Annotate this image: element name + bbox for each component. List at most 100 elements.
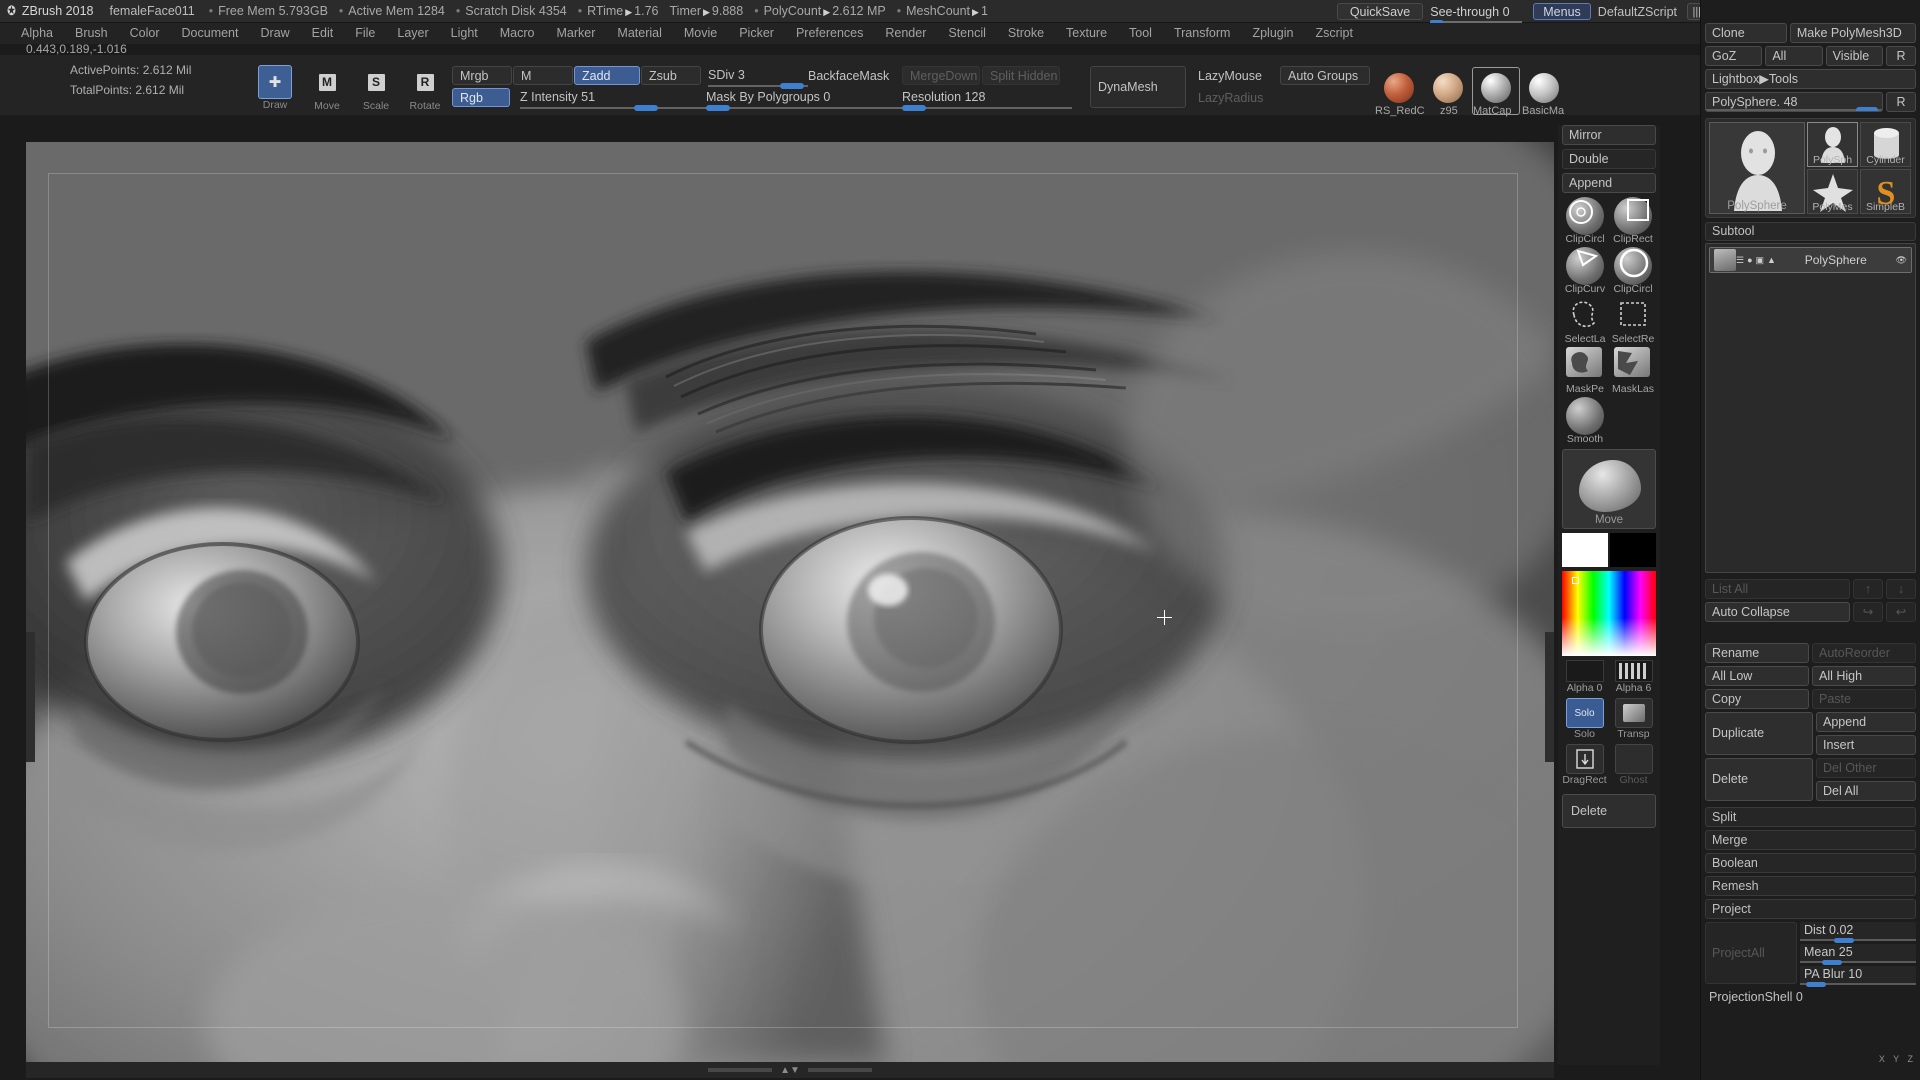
menu-draw[interactable]: Draw — [250, 23, 301, 44]
draw-mode-button[interactable]: ✚ Draw — [258, 65, 292, 111]
subtool-item-polysphere[interactable]: ☰ ● ▣ ▲ PolySphere 👁 — [1709, 247, 1912, 273]
mean-slider[interactable]: Mean 25 — [1800, 944, 1916, 965]
brush-clipcircle-2[interactable]: ClipCircl — [1610, 247, 1656, 295]
brush-clipcurve[interactable]: ClipCurv — [1562, 247, 1608, 295]
delete-button[interactable]: Delete — [1562, 794, 1656, 828]
menu-document[interactable]: Document — [171, 23, 250, 44]
clone-button[interactable]: Clone — [1705, 23, 1787, 43]
del-other-button[interactable]: Del Other — [1816, 758, 1916, 778]
all-button[interactable]: All — [1765, 46, 1823, 66]
all-high-button[interactable]: All High — [1812, 666, 1916, 686]
split-hidden-button[interactable]: Split Hidden — [982, 66, 1060, 85]
menu-movie[interactable]: Movie — [673, 23, 728, 44]
quicksave-button[interactable]: QuickSave — [1336, 3, 1424, 20]
eye-icon[interactable]: 👁 — [1896, 255, 1907, 266]
slider-thumb[interactable] — [1806, 982, 1826, 987]
scrub-handle-left[interactable] — [708, 1068, 773, 1072]
list-all-button[interactable]: List All — [1705, 579, 1850, 599]
tool-cylinder[interactable]: Cylinder — [1860, 122, 1911, 167]
z-intensity-slider[interactable]: Z Intensity 51 — [520, 88, 720, 111]
dot-icon[interactable]: ● — [1747, 255, 1752, 265]
current-tool-slider[interactable]: PolySphere. 48 — [1705, 92, 1883, 112]
append-button[interactable]: Append — [1562, 173, 1656, 193]
brush-smooth[interactable]: Smooth — [1562, 397, 1608, 445]
canvas-left-handle[interactable] — [26, 632, 35, 762]
slider-thumb[interactable] — [706, 105, 730, 111]
color-picker[interactable] — [1562, 571, 1656, 656]
zadd-button[interactable]: Zadd — [574, 66, 640, 85]
brush-selectrect[interactable]: SelectRe — [1610, 297, 1656, 345]
rgb-button[interactable]: Rgb — [452, 88, 510, 107]
brush-cliprect[interactable]: ClipRect — [1610, 197, 1656, 245]
menu-transform[interactable]: Transform — [1163, 23, 1242, 44]
alpha-6-cell[interactable]: Alpha 6 — [1611, 660, 1656, 694]
transp-toggle[interactable]: Transp — [1611, 698, 1656, 740]
menu-color[interactable]: Color — [119, 23, 171, 44]
dynamic-solo-toggle[interactable]: Solo Solo — [1562, 698, 1607, 740]
mrgb-button[interactable]: Mrgb — [452, 66, 512, 85]
slider-thumb[interactable] — [1834, 938, 1854, 943]
all-low-button[interactable]: All Low — [1705, 666, 1809, 686]
auto-reorder-button[interactable]: AutoReorder — [1812, 643, 1916, 663]
mask-by-polygroups-slider[interactable]: Mask By Polygroups 0 — [706, 88, 906, 111]
menu-layer[interactable]: Layer — [386, 23, 439, 44]
menu-zplugin[interactable]: Zplugin — [1241, 23, 1304, 44]
m-button[interactable]: M — [513, 66, 573, 85]
resolution-slider[interactable]: Resolution 128 — [902, 88, 1072, 111]
tool-simplebrush[interactable]: S SimpleB — [1860, 169, 1911, 214]
up-down-arrow-icon[interactable]: ▲▼ — [780, 1065, 800, 1076]
menu-light[interactable]: Light — [440, 23, 489, 44]
double-button[interactable]: Double — [1562, 149, 1656, 169]
append-subtool-button[interactable]: Append — [1816, 712, 1916, 732]
scrub-handle-right[interactable] — [807, 1068, 872, 1072]
menu-macro[interactable]: Macro — [489, 23, 546, 44]
auto-groups-button[interactable]: Auto Groups — [1280, 66, 1370, 85]
brush-selectlasso[interactable]: SelectLa — [1562, 297, 1608, 345]
menu-zscript[interactable]: Zscript — [1304, 23, 1364, 44]
split-section[interactable]: Split — [1705, 807, 1916, 827]
menu-stencil[interactable]: Stencil — [937, 23, 997, 44]
brush-clipcircle-1[interactable]: ClipCircl — [1562, 197, 1608, 245]
list-icon[interactable]: ☰ — [1736, 255, 1744, 266]
subtool-list[interactable]: ☰ ● ▣ ▲ PolySphere 👁 — [1705, 243, 1916, 573]
lazymouse-button[interactable]: LazyMouse — [1190, 66, 1274, 85]
remesh-section[interactable]: Remesh — [1705, 876, 1916, 896]
smooth-icon[interactable]: ▲ — [1767, 255, 1776, 265]
tool-polysphere-large[interactable]: PolySphere — [1709, 122, 1805, 214]
goz-r-button[interactable]: R — [1885, 46, 1916, 66]
sdiv-slider[interactable]: SDiv 3 — [708, 66, 808, 89]
bottom-scrub-bar[interactable]: ▲▼ — [26, 1062, 1554, 1078]
tool-polysphere-small[interactable]: PolySph — [1807, 122, 1858, 167]
zsub-button[interactable]: Zsub — [641, 66, 701, 85]
move-up-icon[interactable]: ↑ — [1853, 579, 1883, 599]
slider-thumb[interactable] — [902, 105, 926, 111]
duplicate-button[interactable]: Duplicate — [1705, 712, 1813, 755]
menu-picker[interactable]: Picker — [728, 23, 785, 44]
current-brush-preview[interactable]: Move — [1562, 449, 1656, 529]
slider-thumb[interactable] — [634, 105, 658, 111]
material-rs-red-icon[interactable] — [1384, 73, 1414, 103]
projection-shell-slider[interactable]: ProjectionShell 0 — [1705, 990, 1916, 1004]
del-all-button[interactable]: Del All — [1816, 781, 1916, 801]
scale-mode-button[interactable]: S Scale — [359, 65, 393, 112]
menu-brush[interactable]: Brush — [64, 23, 119, 44]
primary-color-swatch[interactable] — [1562, 533, 1608, 567]
menus-button[interactable]: Menus — [1533, 3, 1591, 20]
menu-marker[interactable]: Marker — [546, 23, 607, 44]
pa-blur-slider[interactable]: PA Blur 10 — [1800, 966, 1916, 987]
slider-thumb[interactable] — [1822, 960, 1842, 965]
material-z95-icon[interactable] — [1433, 73, 1463, 103]
material-matcap-icon[interactable] — [1481, 73, 1511, 103]
material-basic-icon[interactable] — [1529, 73, 1559, 103]
indent-left-icon[interactable]: ↩ — [1886, 602, 1916, 622]
move-down-icon[interactable]: ↓ — [1886, 579, 1916, 599]
menu-edit[interactable]: Edit — [301, 23, 345, 44]
menu-file[interactable]: File — [344, 23, 386, 44]
menu-preferences[interactable]: Preferences — [785, 23, 874, 44]
menu-tool[interactable]: Tool — [1118, 23, 1163, 44]
menu-alpha[interactable]: Alpha — [10, 23, 64, 44]
brush-masklasso[interactable]: MaskLas — [1610, 347, 1656, 395]
move-mode-button[interactable]: M Move — [310, 65, 344, 112]
canvas-right-handle[interactable] — [1545, 632, 1554, 762]
insert-subtool-button[interactable]: Insert — [1816, 735, 1916, 755]
